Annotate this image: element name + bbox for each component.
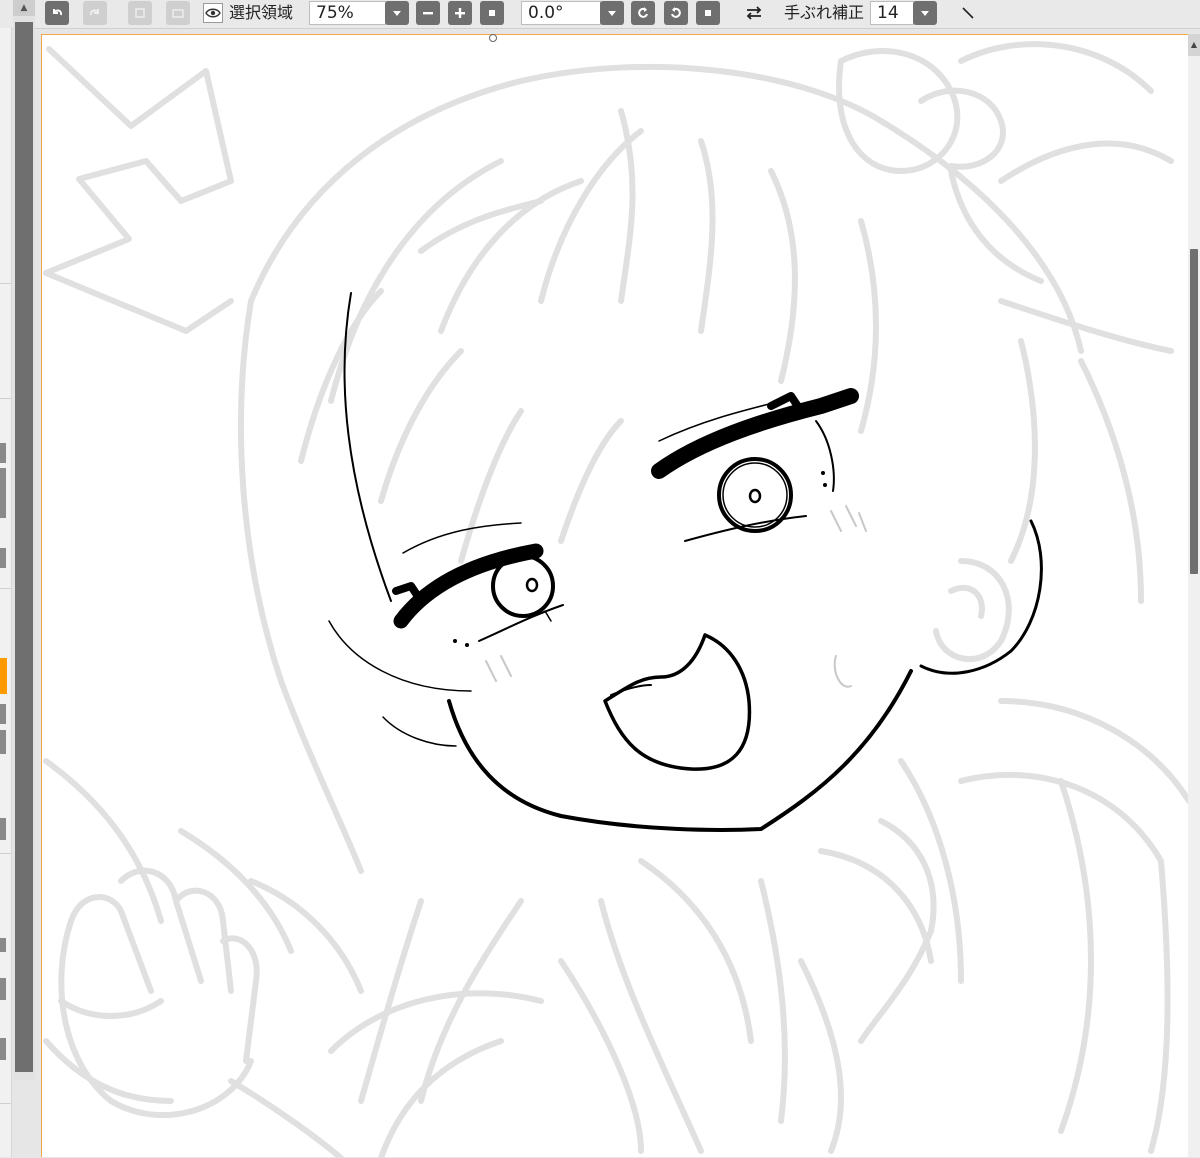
stabilizer-field[interactable]: 14 (870, 1, 914, 25)
drawing-canvas[interactable] (41, 34, 1200, 1158)
pen-slash-icon (962, 7, 974, 19)
redo-button[interactable] (83, 1, 107, 25)
zoom-in-button[interactable] (448, 1, 472, 25)
flip-horizontal-button[interactable] (738, 1, 770, 25)
ink-layer (328, 292, 1043, 832)
panel-handle[interactable] (0, 1038, 6, 1060)
zoom-dropdown-button[interactable] (385, 1, 409, 25)
stabilizer-label: 手ぶれ補正 (784, 3, 865, 22)
chevron-down-icon (393, 11, 401, 16)
top-toolbar: 選択領域 75% 0.0° 手ぶれ補正 14 (0, 0, 1200, 29)
selection-visibility-toggle[interactable] (203, 3, 223, 23)
rotation-dropdown-button[interactable] (600, 1, 624, 25)
zoom-reset-button[interactable] (480, 1, 504, 25)
panel-handle[interactable] (0, 704, 6, 724)
rotation-field[interactable]: 0.0° (521, 1, 601, 25)
sketch-layer (43, 41, 1189, 1158)
active-panel-tab[interactable] (0, 658, 7, 694)
canvas-rotation-handle[interactable] (489, 34, 497, 42)
panel-handle[interactable] (0, 468, 6, 518)
panel-handle[interactable] (0, 548, 6, 568)
canvas-vertical-scrollbar[interactable]: ▲ (1188, 34, 1200, 1157)
flip-horizontal-icon (746, 6, 762, 20)
panel-handle[interactable] (0, 938, 6, 952)
left-scrollbar-thumb[interactable] (15, 22, 33, 1072)
rotate-left-button[interactable] (631, 1, 655, 25)
copy-button[interactable] (128, 1, 152, 25)
undo-icon (53, 9, 63, 16)
minus-icon (423, 12, 433, 15)
canvas-scrollbar-thumb[interactable] (1190, 249, 1198, 574)
square-icon (705, 10, 711, 16)
panel-handle[interactable] (0, 443, 6, 463)
zoom-field[interactable]: 75% (309, 1, 386, 25)
rotate-right-button[interactable] (664, 1, 688, 25)
zoom-out-button[interactable] (416, 1, 440, 25)
artwork (43, 41, 1189, 1158)
selection-area-label: 選択領域 (229, 3, 294, 22)
plus-icon (455, 8, 465, 18)
panel-handle[interactable] (0, 730, 6, 754)
undo-button[interactable] (45, 1, 69, 25)
paste-button[interactable] (166, 1, 190, 25)
chevron-down-icon (921, 11, 929, 16)
scroll-up-arrow-icon[interactable]: ▲ (1188, 34, 1200, 56)
chevron-down-icon (608, 11, 616, 16)
rotate-reset-button[interactable] (696, 1, 720, 25)
left-side-panel (0, 28, 12, 1157)
square-icon (489, 10, 495, 16)
rotate-right-icon (671, 7, 681, 18)
paste-icon (172, 9, 184, 18)
scroll-up-arrow-icon[interactable]: ▲ (13, 0, 35, 16)
copy-icon (135, 8, 145, 18)
stabilizer-dropdown-button[interactable] (913, 1, 937, 25)
panel-handle[interactable] (0, 818, 6, 840)
panel-handle[interactable] (0, 978, 6, 1000)
eye-icon (205, 8, 221, 18)
redo-icon (89, 9, 99, 16)
rotate-left-icon (638, 7, 648, 18)
pen-stroke-button[interactable] (952, 1, 984, 25)
left-panel-scrollbar[interactable]: ▲ (13, 0, 35, 1080)
